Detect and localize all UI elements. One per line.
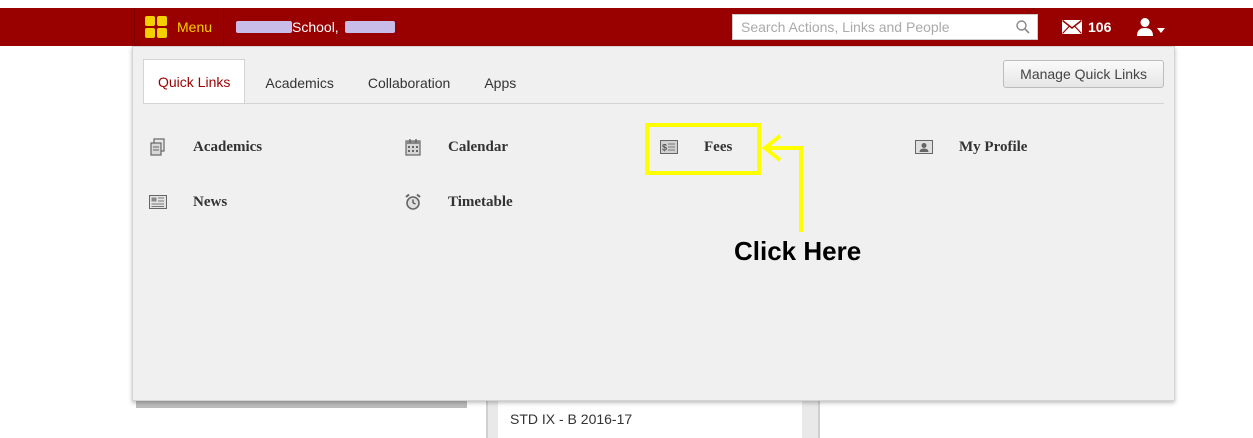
background-divider (136, 400, 467, 408)
tab-collaboration[interactable]: Collaboration (354, 63, 465, 103)
annotation-label: Click Here (734, 236, 862, 266)
class-card: STD IX - B 2016-17 (486, 400, 820, 438)
class-label: STD IX - B 2016-17 (498, 400, 802, 438)
tab-divider (143, 103, 1164, 104)
quick-link-label: My Profile (959, 138, 1028, 155)
school-name[interactable]: School, (236, 17, 395, 37)
quick-links-panel: Quick Links Academics Collaboration Apps… (132, 46, 1175, 401)
search-box (732, 14, 1038, 40)
alarm-clock-icon (404, 193, 422, 211)
quick-link-news[interactable]: News (149, 190, 227, 214)
panel-tabs: Quick Links Academics Collaboration Apps (143, 59, 536, 103)
user-menu-button[interactable] (1136, 15, 1165, 39)
quick-link-label: Academics (193, 138, 263, 155)
quick-link-timetable[interactable]: Timetable (404, 190, 513, 214)
fees-highlight-box (645, 123, 761, 175)
manage-quick-links-button[interactable]: Manage Quick Links (1003, 60, 1164, 88)
tab-apps[interactable]: Apps (470, 63, 530, 103)
tab-academics[interactable]: Academics (251, 63, 347, 103)
profile-icon (915, 138, 933, 156)
quick-link-academics[interactable]: Academics (149, 135, 262, 159)
school-name-label: School, (292, 19, 339, 35)
user-icon (1137, 18, 1153, 36)
news-icon (149, 193, 167, 211)
redacted-text (344, 21, 395, 33)
grid-icon (145, 16, 167, 38)
message-count: 106 (1088, 19, 1112, 35)
quick-link-label: News (193, 193, 228, 210)
quick-link-label: Timetable (448, 193, 513, 210)
envelope-icon (1062, 20, 1082, 34)
academics-icon (149, 138, 167, 156)
messages-button[interactable]: 106 (1062, 16, 1111, 38)
quick-link-my-profile[interactable]: My Profile (915, 135, 1027, 159)
search-input[interactable] (733, 15, 1009, 39)
calendar-icon (404, 138, 422, 156)
quick-link-calendar[interactable]: Calendar (404, 135, 508, 159)
quick-link-label: Calendar (448, 138, 508, 155)
tab-quick-links[interactable]: Quick Links (143, 59, 246, 103)
search-icon[interactable] (1009, 15, 1037, 39)
chevron-down-icon (1157, 28, 1165, 33)
redacted-text (236, 21, 292, 33)
menu-label: Menu (177, 19, 213, 35)
menu-button[interactable]: Menu (134, 8, 224, 46)
